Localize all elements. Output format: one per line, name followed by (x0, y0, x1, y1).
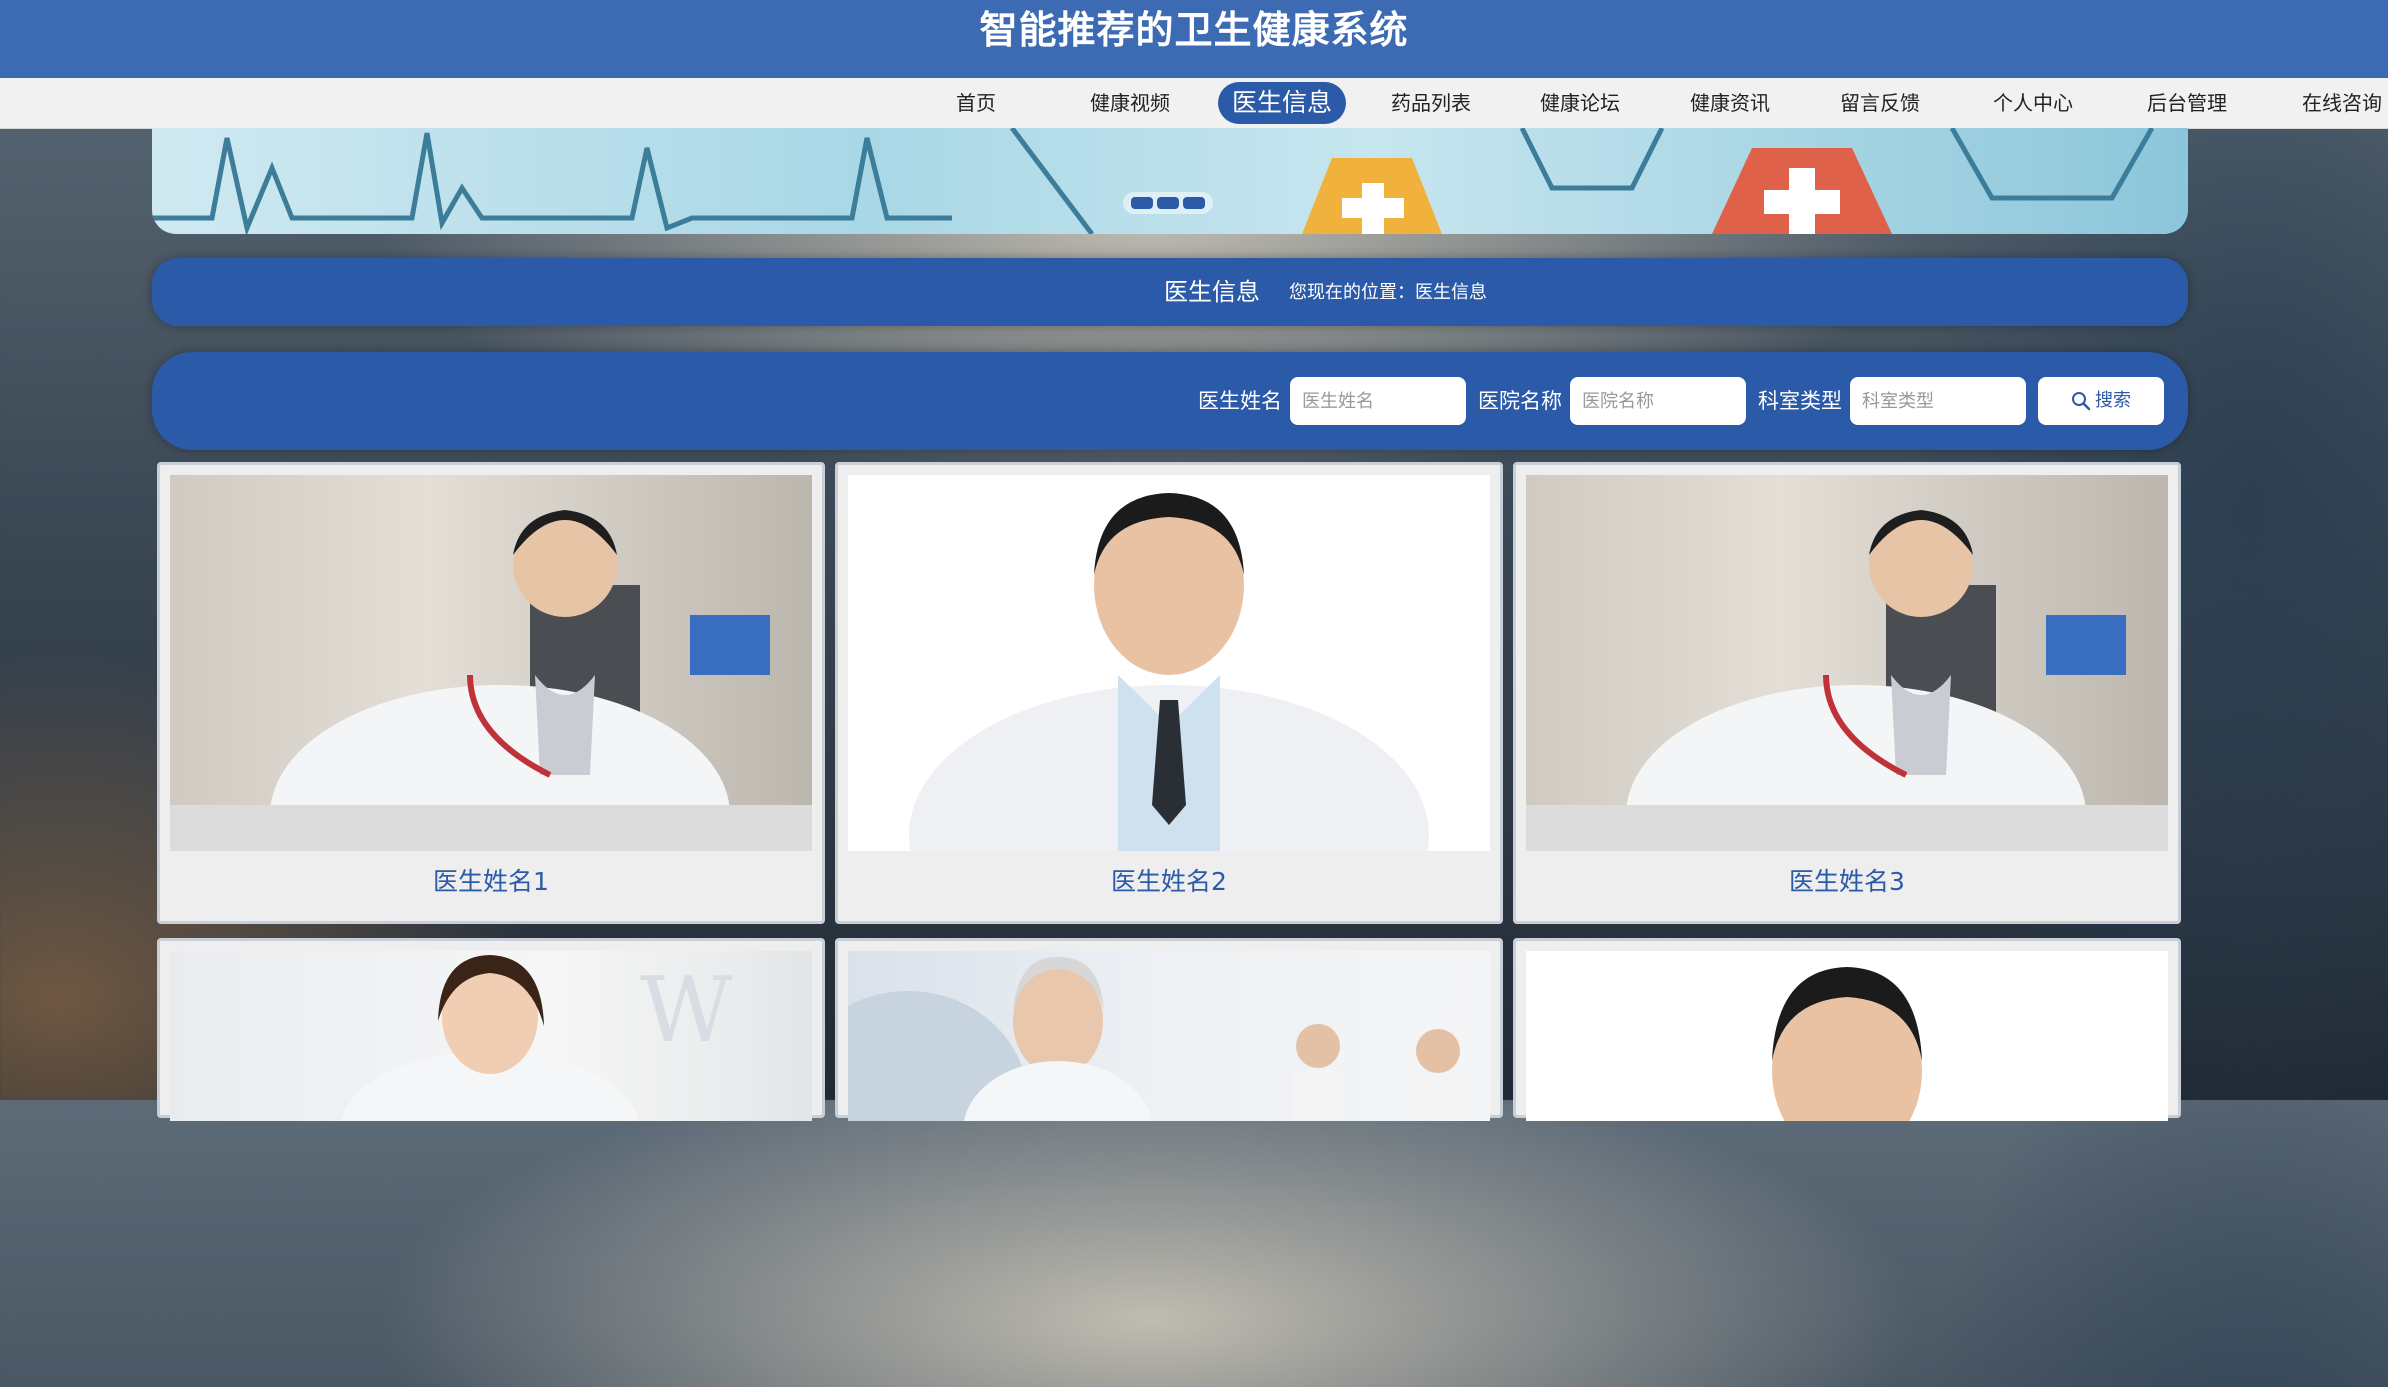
carousel-dot[interactable] (1131, 197, 1153, 209)
doctor-card[interactable] (835, 938, 1503, 1121)
nav-item-feedback[interactable]: 留言反馈 (1839, 82, 1921, 124)
search-icon (2072, 392, 2091, 411)
doctor-photo[interactable] (1526, 475, 2168, 851)
doctor-name[interactable] (160, 1329, 822, 1387)
hospital-name-input[interactable] (1570, 377, 1746, 425)
doctor-name[interactable] (838, 1329, 1500, 1387)
doctor-photo[interactable] (170, 475, 812, 851)
doctor-photo[interactable]: W (170, 951, 812, 1121)
nav-item-profile[interactable]: 个人中心 (1992, 82, 2074, 124)
nav-item-consult[interactable]: 在线咨询 (2301, 82, 2383, 124)
doctor-card[interactable]: 医生姓名1 (157, 462, 825, 924)
nav-item-home[interactable]: 首页 (955, 82, 997, 124)
banner-image (152, 128, 2155, 234)
nav-item-doctors[interactable]: 医生信息 (1218, 82, 1347, 124)
doctor-name[interactable]: 医生姓名1 (160, 853, 822, 911)
doctor-name-label: 医生姓名 (1198, 389, 1282, 413)
doctor-name-input[interactable] (1290, 377, 1466, 425)
doctor-card[interactable]: 医生姓名2 (835, 462, 1503, 924)
nav-item-admin[interactable]: 后台管理 (2146, 82, 2228, 124)
doctor-photo[interactable] (1526, 951, 2168, 1121)
nav-item-health-videos[interactable]: 健康视频 (1089, 82, 1171, 124)
nav-item-forum[interactable]: 健康论坛 (1539, 82, 1621, 124)
search-panel: 医生姓名 医院名称 科室类型 搜索 (152, 352, 2188, 450)
search-button[interactable]: 搜索 (2038, 377, 2164, 425)
carousel-dot[interactable] (1157, 197, 1179, 209)
doctor-card[interactable]: 医生姓名3 (1513, 462, 2181, 924)
nav-item-news[interactable]: 健康资讯 (1689, 82, 1771, 124)
site-header: 智能推荐的卫生健康系统 (0, 0, 2388, 78)
main-nav: 首页 健康视频 医生信息 药品列表 健康论坛 健康资讯 留言反馈 个人中心 后台… (0, 78, 2388, 129)
doctor-name[interactable] (1516, 1329, 2178, 1387)
carousel-dot[interactable] (1183, 197, 1205, 209)
breadcrumb: 医生信息 您现在的位置：医生信息 (152, 258, 2188, 326)
doctor-name[interactable]: 医生姓名3 (1516, 853, 2178, 911)
doctor-photo[interactable] (848, 475, 1490, 851)
department-type-input[interactable] (1850, 377, 2026, 425)
banner-carousel[interactable] (152, 128, 2188, 234)
doctor-card[interactable]: W (157, 938, 825, 1121)
search-button-label: 搜索 (2095, 390, 2131, 411)
nav-item-medicines[interactable]: 药品列表 (1390, 82, 1472, 124)
hospital-name-label: 医院名称 (1478, 389, 1562, 413)
svg-text:W: W (640, 958, 733, 1063)
breadcrumb-location: 您现在的位置：医生信息 (1289, 282, 1487, 303)
doctor-photo[interactable] (848, 951, 1490, 1121)
page-title: 医生信息 (1164, 278, 1260, 306)
site-title: 智能推荐的卫生健康系统 (979, 8, 1409, 52)
doctor-name[interactable]: 医生姓名2 (838, 853, 1500, 911)
department-type-label: 科室类型 (1758, 389, 1842, 413)
carousel-indicators (1123, 192, 1213, 214)
doctor-card[interactable] (1513, 938, 2181, 1121)
